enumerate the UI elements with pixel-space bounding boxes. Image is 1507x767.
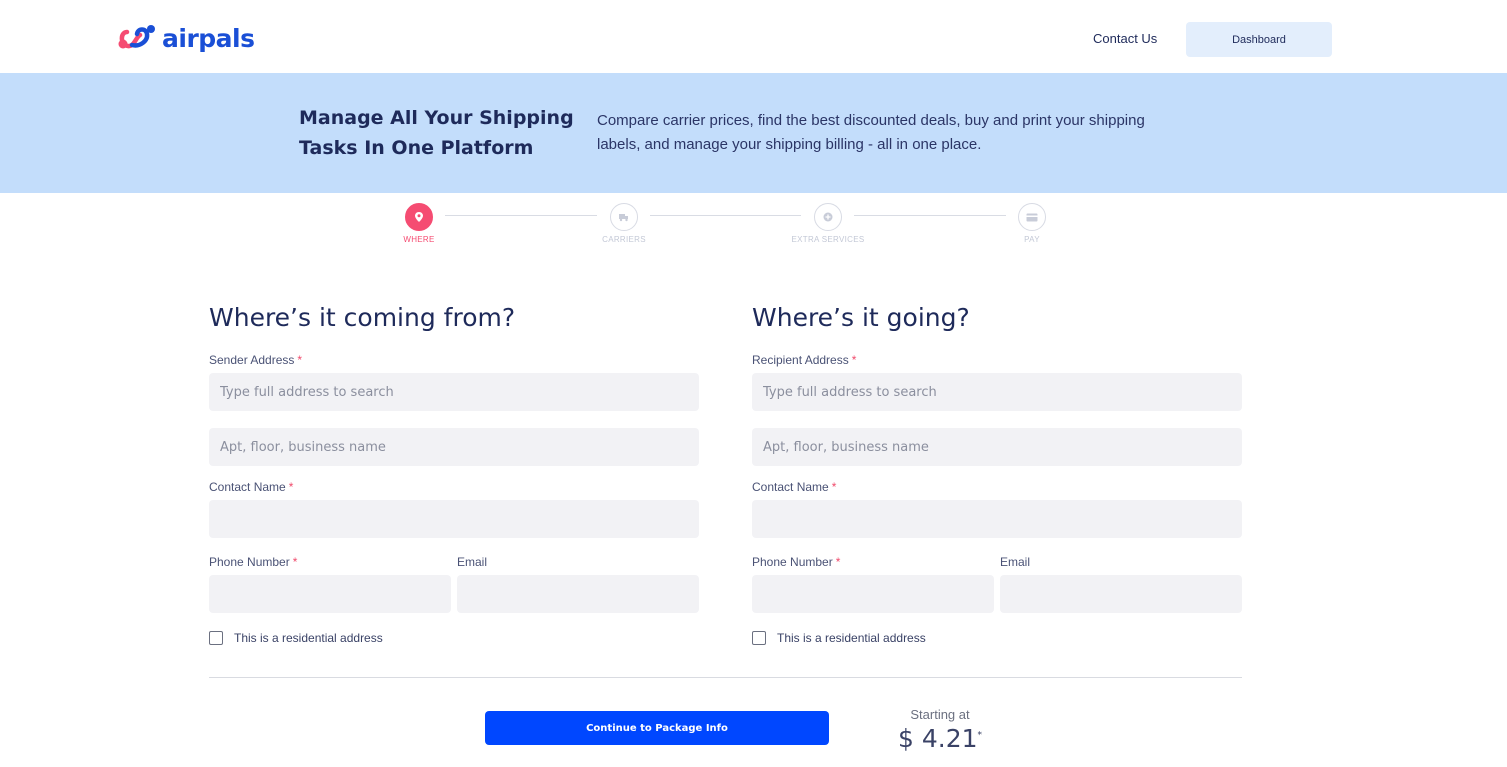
sender-address-input[interactable] (209, 373, 699, 411)
sender-address-label: Sender Address * (209, 353, 302, 367)
section-divider (209, 677, 1242, 678)
required-marker: * (292, 555, 298, 569)
step-label: EXTRA SERVICES (791, 235, 865, 244)
price-amount: $ 4.21 (897, 724, 978, 753)
airpals-logo-icon (118, 25, 155, 49)
step-label: PAY (1024, 235, 1040, 244)
label-text: Phone Number (209, 555, 290, 569)
recipient-residential-checkbox[interactable] (752, 631, 766, 645)
sender-email-label: Email (457, 555, 488, 569)
step-extra-services[interactable]: EXTRA SERVICES (778, 200, 878, 244)
step-where[interactable]: WHERE (369, 200, 469, 244)
required-marker: * (288, 480, 294, 494)
progress-stepper: WHERE CARRIERS EXTRA SERVICES PAY (0, 200, 1507, 250)
sender-phone-input[interactable] (209, 575, 451, 613)
top-header: airpals Contact Us Dashboard (0, 0, 1507, 73)
truck-icon (610, 203, 638, 231)
recipient-email-label: Email (1000, 555, 1031, 569)
starting-at-label: Starting at (910, 707, 970, 722)
airpals-logo[interactable]: airpals (118, 23, 255, 53)
sender-phone-label: Phone Number * (209, 555, 297, 569)
recipient-residential-label[interactable]: This is a residential address (777, 631, 926, 645)
required-marker: * (297, 353, 303, 367)
dashboard-button[interactable]: Dashboard (1186, 22, 1332, 57)
step-pay[interactable]: PAY (982, 200, 1082, 244)
recipient-residential-row: This is a residential address (752, 631, 926, 645)
label-text: Recipient Address (752, 353, 849, 367)
recipient-phone-label: Phone Number * (752, 555, 840, 569)
required-marker: * (851, 353, 857, 367)
recipient-contact-label: Contact Name * (752, 480, 836, 494)
sender-apt-input[interactable] (209, 428, 699, 466)
banner-description: Compare carrier prices, find the best di… (597, 112, 1145, 153)
sender-email-input[interactable] (457, 575, 699, 613)
sender-form: Where’s it coming from? Sender Address * … (209, 300, 699, 645)
required-marker: * (835, 555, 841, 569)
recipient-contact-input[interactable] (752, 500, 1242, 538)
logo-text: airpals (162, 23, 255, 53)
location-pin-icon (405, 203, 433, 231)
label-text: Sender Address (209, 353, 295, 367)
sender-contact-input[interactable] (209, 500, 699, 538)
sender-residential-checkbox[interactable] (209, 631, 223, 645)
continue-to-package-info-button[interactable]: Continue to Package Info (485, 711, 829, 745)
recipient-phone-input[interactable] (752, 575, 994, 613)
price-value: $ 4.21* (890, 724, 990, 753)
sender-contact-label: Contact Name * (209, 480, 293, 494)
label-text: Phone Number (752, 555, 833, 569)
recipient-form: Where’s it going? Recipient Address* Con… (752, 300, 1242, 645)
step-label: CARRIERS (602, 235, 646, 244)
plus-circle-icon (814, 203, 842, 231)
label-text: Contact Name (752, 480, 829, 494)
hero-banner: Manage All Your Shipping Tasks In One Pl… (0, 73, 1507, 193)
sender-residential-row: This is a residential address (209, 631, 383, 645)
banner-title: Manage All Your Shipping Tasks In One Pl… (299, 107, 574, 159)
recipient-heading: Where’s it going? (752, 303, 970, 332)
step-label: WHERE (403, 235, 435, 244)
contact-us-link[interactable]: Contact Us (1093, 31, 1157, 46)
recipient-email-input[interactable] (1000, 575, 1242, 613)
recipient-apt-input[interactable] (752, 428, 1242, 466)
sender-residential-label[interactable]: This is a residential address (234, 631, 383, 645)
step-carriers[interactable]: CARRIERS (574, 200, 674, 244)
required-marker: * (831, 480, 837, 494)
sender-heading: Where’s it coming from? (209, 303, 516, 332)
label-text: Contact Name (209, 480, 286, 494)
recipient-address-input[interactable] (752, 373, 1242, 411)
starting-price: Starting at $ 4.21* (890, 707, 990, 753)
recipient-address-label: Recipient Address * (752, 353, 856, 367)
price-marker: * (977, 730, 983, 741)
credit-card-icon (1018, 203, 1046, 231)
